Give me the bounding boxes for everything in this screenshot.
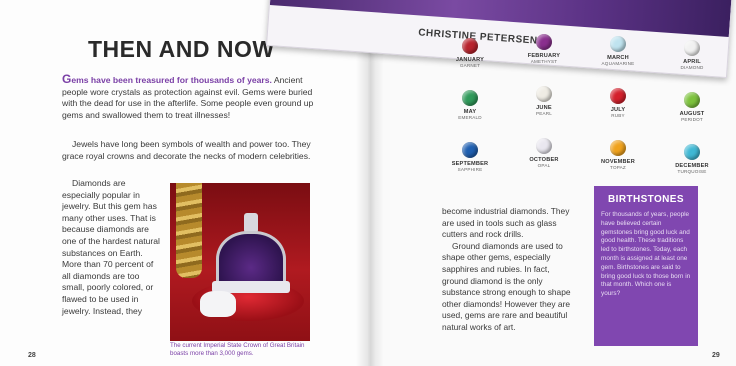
- gem-stone-name: PERIDOT: [681, 117, 703, 122]
- lead-emphasis: ems have been treasured for thousands of…: [71, 75, 272, 85]
- gem-icon: [610, 140, 626, 156]
- gem-icon: [610, 36, 626, 52]
- gem-stone-name: AQUAMARINE: [601, 61, 635, 66]
- page-gutter: [356, 0, 384, 366]
- paragraph-jewels: Jewels have long been symbols of wealth …: [62, 139, 311, 161]
- gem-stone-name: RUBY: [611, 113, 625, 118]
- birthstone-june: JUNE PEARL: [508, 86, 580, 116]
- birthstone-april: APRIL DIAMOND: [656, 40, 728, 70]
- gem-stone-name: TURQUOISE: [677, 169, 707, 174]
- birthstone-december: DECEMBER TURQUOISE: [656, 144, 728, 174]
- crown-photo: [170, 183, 310, 341]
- gem-icon: [536, 34, 552, 50]
- birthstone-january: JANUARY GARNET: [434, 38, 506, 68]
- photo-crown-cross: [244, 213, 258, 233]
- gem-stone-name: OPAL: [537, 163, 551, 168]
- gem-icon: [610, 88, 626, 104]
- gem-icon: [684, 40, 700, 56]
- right-paragraph-2: Ground diamonds are used to shape other …: [442, 240, 571, 332]
- birthstones-sidebar: BIRTHSTONES For thousands of years, peop…: [594, 186, 698, 346]
- page-number-left: 28: [28, 352, 36, 359]
- gem-stone-name: PEARL: [535, 111, 553, 116]
- right-body-text: become industrial diamonds. They are use…: [442, 206, 574, 334]
- gem-stone-name: AMETHYST: [530, 59, 558, 64]
- photo-white-glove: [200, 291, 236, 317]
- gem-stone-name: EMERALD: [458, 115, 482, 120]
- diamonds-paragraph: Diamonds are especially popular in jewel…: [62, 178, 160, 316]
- book-spread: THEN AND NOW Gems have been treasured fo…: [0, 0, 736, 366]
- page-title: THEN AND NOW: [88, 36, 275, 62]
- gem-icon: [536, 86, 552, 102]
- birthstone-july: JULY RUBY: [582, 88, 654, 118]
- diamonds-column: Diamonds are especially popular in jewel…: [62, 178, 162, 317]
- gem-icon: [462, 38, 478, 54]
- photo-gold-braid: [176, 183, 202, 278]
- sidebar-title: BIRTHSTONES: [608, 194, 684, 205]
- gem-stone-name: GARNET: [459, 63, 481, 68]
- birthstone-september: SEPTEMBER SAPPHIRE: [434, 142, 506, 172]
- lead-paragraph: Gems have been treasured for thousands o…: [62, 72, 318, 121]
- gem-icon: [684, 144, 700, 160]
- gem-icon: [462, 142, 478, 158]
- gem-stone-name: TOPAZ: [610, 165, 626, 170]
- birthstone-february: FEBRUARY AMETHYST: [508, 34, 580, 64]
- birthstone-november: NOVEMBER TOPAZ: [582, 140, 654, 170]
- gem-stone-name: SAPPHIRE: [457, 167, 483, 172]
- drop-cap: G: [62, 72, 72, 86]
- gem-stone-name: DIAMOND: [680, 65, 704, 70]
- birthstone-march: MARCH AQUAMARINE: [582, 36, 654, 66]
- right-paragraph-1: become industrial diamonds. They are use…: [442, 206, 570, 240]
- birthstone-august: AUGUST PERIDOT: [656, 92, 728, 122]
- gem-icon: [536, 138, 552, 154]
- page-number-right: 29: [712, 352, 720, 359]
- birthstone-may: MAY EMERALD: [434, 90, 506, 120]
- sidebar-body: For thousands of years, people have beli…: [601, 211, 691, 298]
- cover-purple-band: [269, 0, 732, 38]
- photo-caption: The current Imperial State Crown of Grea…: [170, 342, 305, 357]
- gem-icon: [684, 92, 700, 108]
- birthstone-october: OCTOBER OPAL: [508, 138, 580, 168]
- gem-icon: [462, 90, 478, 106]
